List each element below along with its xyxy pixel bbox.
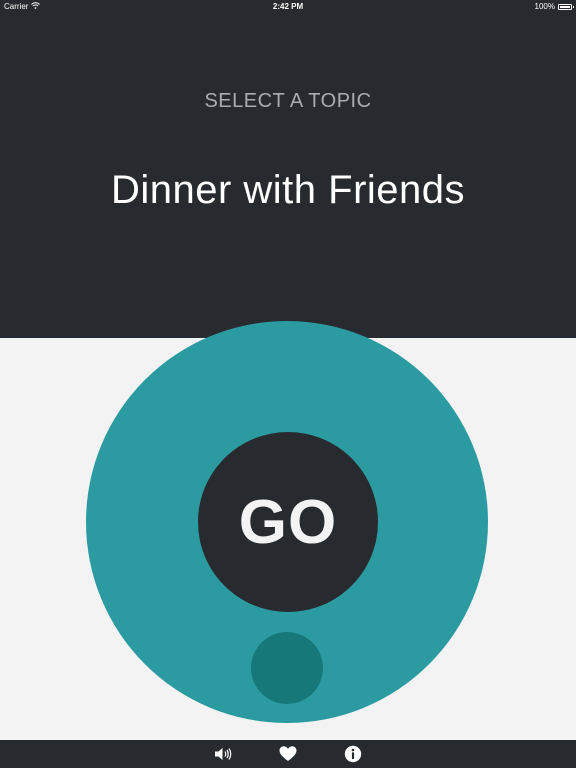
heart-icon[interactable] bbox=[279, 745, 297, 763]
topic-title[interactable]: Dinner with Friends bbox=[0, 168, 576, 213]
status-right: 100% bbox=[534, 0, 574, 13]
go-label: GO bbox=[238, 487, 338, 557]
battery-fill bbox=[560, 5, 570, 8]
bottom-toolbar bbox=[0, 740, 576, 768]
go-button[interactable]: GO bbox=[198, 432, 378, 612]
battery-icon bbox=[558, 3, 574, 10]
battery-percent: 100% bbox=[534, 2, 555, 11]
select-topic-prompt: SELECT A TOPIC bbox=[204, 90, 372, 112]
status-bar: Carrier 2:42 PM 100% bbox=[0, 0, 576, 13]
topic-header-panel[interactable]: Carrier 2:42 PM 100% SELECT A TOPIC Dinn… bbox=[0, 0, 576, 338]
info-icon[interactable] bbox=[344, 745, 362, 763]
status-time: 2:42 PM bbox=[272, 2, 304, 11]
dial-knob[interactable] bbox=[251, 632, 323, 704]
app-screen: Carrier 2:42 PM 100% SELECT A TOPIC Dinn… bbox=[0, 0, 576, 768]
speaker-icon[interactable] bbox=[214, 745, 232, 763]
